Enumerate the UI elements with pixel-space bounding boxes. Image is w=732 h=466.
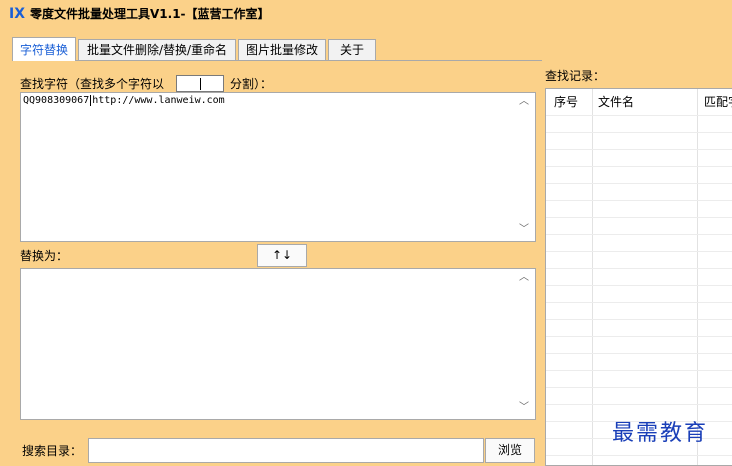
row-divider — [546, 455, 732, 456]
title-bar: IX 零度文件批量处理工具V1.1-【蓝营工作室】 — [0, 0, 732, 30]
swap-button[interactable]: ↑↓ — [257, 244, 307, 267]
chevron-down-icon[interactable]: ﹀ — [519, 225, 529, 235]
results-header: 序号 文件名 匹配字 — [546, 89, 732, 115]
row-divider — [546, 319, 732, 320]
row-divider — [546, 217, 732, 218]
watermark-text: 最需教育 — [612, 421, 709, 446]
find-label: 查找字符（查找多个字符以 — [20, 77, 165, 91]
replace-textarea[interactable]: ︿ ﹀ — [20, 268, 536, 420]
tab-about[interactable]: 关于 — [328, 39, 376, 61]
row-divider — [546, 387, 732, 388]
row-divider — [546, 302, 732, 303]
row-divider — [546, 268, 732, 269]
results-table[interactable]: 序号 文件名 匹配字 — [545, 88, 732, 466]
replace-label: 替换为： — [20, 249, 69, 263]
row-divider — [546, 251, 732, 252]
ix-logo-icon: IX — [9, 6, 26, 22]
tab-batch-file[interactable]: 批量文件删除/替换/重命名 — [78, 39, 236, 61]
tab-image-batch[interactable]: 图片批量修改 — [238, 39, 326, 61]
row-divider — [546, 336, 732, 337]
column-header-index[interactable]: 序号 — [554, 94, 578, 110]
browse-button[interactable]: 浏览 — [485, 438, 535, 463]
window-title: 零度文件批量处理工具V1.1-【蓝营工作室】 — [30, 7, 270, 21]
column-header-filename[interactable]: 文件名 — [598, 94, 634, 110]
tab-char-replace[interactable]: 字符替换 — [12, 37, 76, 61]
chevron-down-icon[interactable]: ﹀ — [519, 403, 529, 413]
split-label: 分割）： — [230, 77, 273, 91]
row-divider — [546, 183, 732, 184]
row-divider — [546, 115, 732, 116]
row-divider — [546, 353, 732, 354]
row-divider — [546, 149, 732, 150]
chevron-up-icon[interactable]: ︿ — [519, 97, 529, 107]
directory-label: 搜索目录： — [22, 444, 83, 458]
row-divider — [546, 200, 732, 201]
column-divider — [697, 89, 698, 465]
row-divider — [546, 370, 732, 371]
text-caret — [200, 78, 201, 90]
row-divider — [546, 285, 732, 286]
chevron-up-icon[interactable]: ︿ — [519, 273, 529, 283]
directory-input[interactable] — [88, 438, 484, 463]
row-divider — [546, 404, 732, 405]
column-header-match[interactable]: 匹配字 — [704, 94, 732, 110]
column-divider — [592, 89, 593, 465]
separator-input[interactable] — [176, 75, 224, 92]
results-label: 查找记录： — [545, 69, 606, 83]
find-text: QQ908309067 http://www.lanweiw.com — [23, 95, 225, 106]
find-textarea[interactable]: QQ908309067 http://www.lanweiw.com ︿ ﹀ — [20, 92, 536, 242]
row-divider — [546, 132, 732, 133]
row-divider — [546, 166, 732, 167]
row-divider — [546, 234, 732, 235]
